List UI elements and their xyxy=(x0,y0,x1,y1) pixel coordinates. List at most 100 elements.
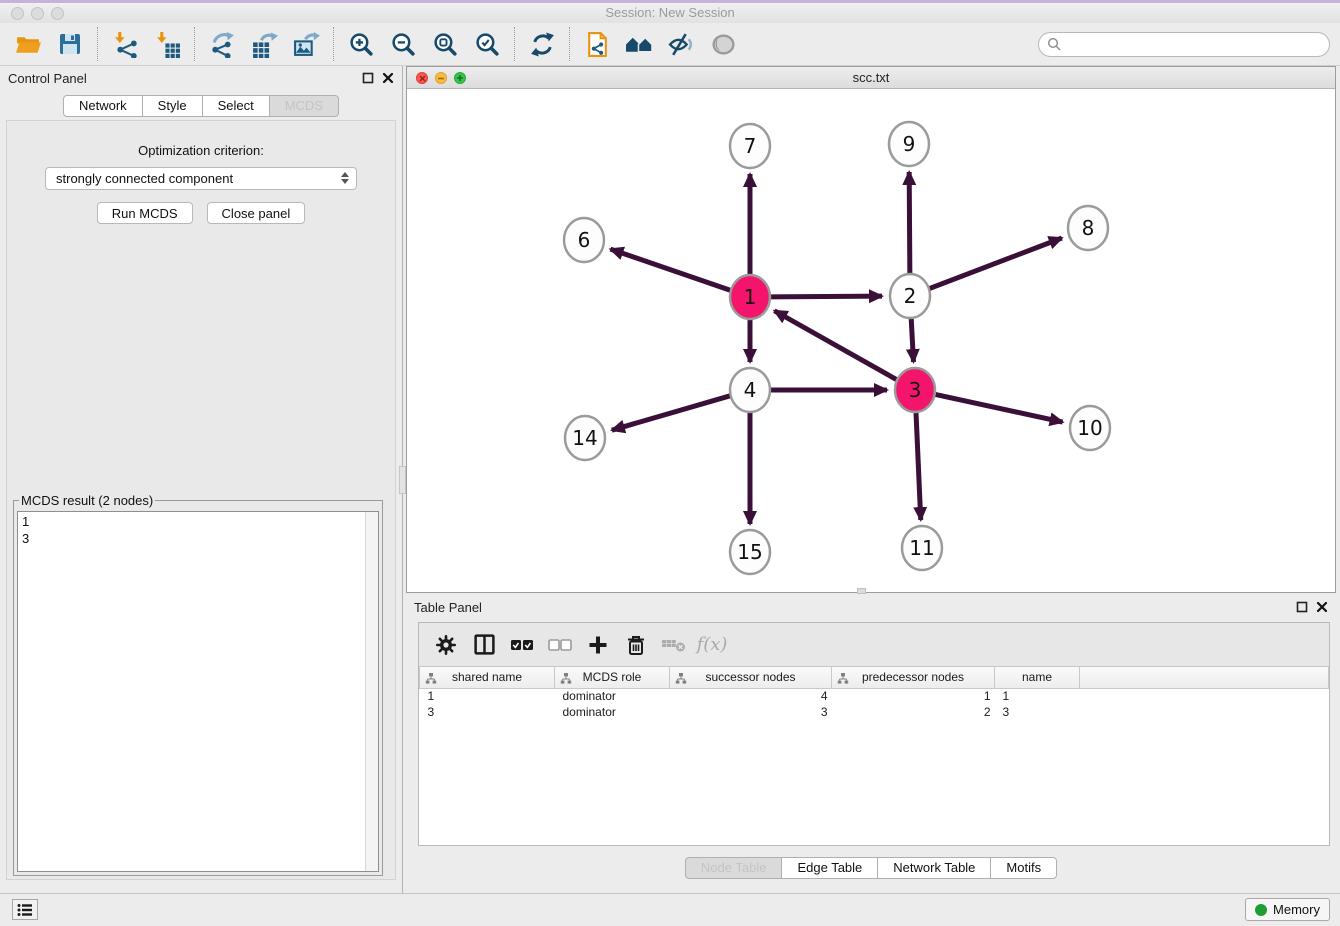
desktop-edge xyxy=(0,0,1340,3)
optimization-criterion-dropdown[interactable]: strongly connected component xyxy=(45,167,357,190)
network-window-title: scc.txt xyxy=(407,67,1335,88)
tab-node-table[interactable]: Node Table xyxy=(685,857,783,879)
export-table-icon xyxy=(251,31,278,58)
graph-node-label-9: 9 xyxy=(903,132,916,156)
column-header-successor-nodes[interactable]: successor nodes xyxy=(670,667,832,688)
cell-predecessor-nodes[interactable]: 2 xyxy=(832,704,995,720)
checked-boxes-icon xyxy=(510,638,534,652)
memory-button[interactable]: Memory xyxy=(1245,898,1330,921)
tab-select[interactable]: Select xyxy=(202,95,270,117)
new-network-from-selection-button[interactable] xyxy=(579,26,615,62)
cell-shared-name[interactable]: 3 xyxy=(420,704,555,720)
tab-motifs[interactable]: Motifs xyxy=(990,857,1057,879)
save-session-button[interactable] xyxy=(52,26,88,62)
network-maximize-button[interactable] xyxy=(454,72,466,84)
mcds-result-textarea[interactable]: 1 3 xyxy=(17,511,379,872)
function-builder-button[interactable]: f(x) xyxy=(695,629,729,661)
network-close-button[interactable] xyxy=(416,72,428,84)
graph-edge-2-8[interactable] xyxy=(928,238,1062,289)
open-session-button[interactable] xyxy=(10,26,46,62)
cell-successor-nodes[interactable]: 4 xyxy=(670,688,832,704)
float-panel-icon[interactable] xyxy=(1296,601,1308,613)
column-header-mcds-role[interactable]: MCDS role xyxy=(555,667,670,688)
node-table: shared name MCDS role successor nodes xyxy=(419,667,1329,720)
refresh-layout-button[interactable] xyxy=(524,26,560,62)
export-network-button[interactable] xyxy=(204,26,240,62)
zoom-out-button[interactable] xyxy=(385,26,421,62)
cell-name[interactable]: 3 xyxy=(995,704,1080,720)
list-icon xyxy=(17,903,33,917)
status-bar: Memory xyxy=(0,893,1340,926)
run-mcds-button[interactable]: Run MCDS xyxy=(97,202,193,224)
tab-edge-table[interactable]: Edge Table xyxy=(781,857,878,879)
graph-node-label-10: 10 xyxy=(1077,416,1102,440)
export-table-button[interactable] xyxy=(246,26,282,62)
window-titlebar: Session: New Session xyxy=(0,3,1340,23)
zoom-in-button[interactable] xyxy=(343,26,379,62)
splitter-handle-vertical[interactable] xyxy=(399,466,406,494)
graph-node-label-4: 4 xyxy=(744,378,757,402)
cell-shared-name[interactable]: 1 xyxy=(420,688,555,704)
result-scrollbar[interactable] xyxy=(365,512,378,871)
import-table-button[interactable] xyxy=(149,26,185,62)
export-image-button[interactable] xyxy=(288,26,324,62)
tab-style[interactable]: Style xyxy=(142,95,203,117)
graph-edge-2-9[interactable] xyxy=(909,172,910,277)
delete-column-button[interactable] xyxy=(619,629,653,661)
zoom-selected-icon xyxy=(474,31,501,58)
cell-predecessor-nodes[interactable]: 1 xyxy=(832,688,995,704)
close-panel-icon[interactable] xyxy=(1316,601,1328,613)
hide-selected-button[interactable] xyxy=(663,26,699,62)
graph-edge-2-3[interactable] xyxy=(911,315,914,362)
toggle-column-panel-button[interactable] xyxy=(467,629,501,661)
deselect-all-button[interactable] xyxy=(543,629,577,661)
graph-edge-3-1[interactable] xyxy=(774,311,898,381)
zoom-selected-button[interactable] xyxy=(469,26,505,62)
document-network-icon xyxy=(584,31,611,58)
search-input[interactable] xyxy=(1062,37,1321,52)
show-all-button[interactable] xyxy=(705,26,741,62)
table-row[interactable]: 3 dominator 3 2 3 xyxy=(420,704,1329,720)
column-header-predecessor-nodes[interactable]: predecessor nodes xyxy=(832,667,995,688)
search-icon xyxy=(1047,37,1062,52)
close-window-button[interactable] xyxy=(11,7,24,20)
add-column-button[interactable] xyxy=(581,629,615,661)
splitter-handle-horizontal[interactable] xyxy=(857,588,866,594)
table-toolbar: f(x) xyxy=(419,623,1329,667)
delete-table-button[interactable] xyxy=(657,629,691,661)
tab-network-table[interactable]: Network Table xyxy=(877,857,991,879)
network-window-titlebar[interactable]: scc.txt xyxy=(407,67,1335,89)
attribute-tree-icon xyxy=(675,672,687,684)
tab-mcds[interactable]: MCDS xyxy=(269,95,339,117)
graph-canvas[interactable]: 7968124314101511 xyxy=(407,89,1335,592)
select-all-button[interactable] xyxy=(505,629,539,661)
close-panel-button[interactable]: Close panel xyxy=(207,202,306,224)
zoom-fit-button[interactable] xyxy=(427,26,463,62)
graph-edge-1-6[interactable] xyxy=(610,249,732,291)
column-header-shared-name[interactable]: shared name xyxy=(420,667,555,688)
window-title: Session: New Session xyxy=(0,3,1340,23)
float-panel-icon[interactable] xyxy=(362,72,374,84)
graph-edge-4-14[interactable] xyxy=(612,395,732,430)
table-settings-button[interactable] xyxy=(429,629,463,661)
network-minimize-button[interactable] xyxy=(435,72,447,84)
eye-disabled-icon xyxy=(710,31,737,58)
tab-network[interactable]: Network xyxy=(63,95,143,117)
mcds-tab-content: Optimization criterion: strongly connect… xyxy=(6,120,396,880)
column-header-name[interactable]: name xyxy=(995,667,1080,688)
search-field[interactable] xyxy=(1038,32,1330,57)
graph-edge-1-2[interactable] xyxy=(769,296,882,297)
cell-mcds-role[interactable]: dominator xyxy=(555,704,670,720)
import-network-button[interactable] xyxy=(107,26,143,62)
zoom-window-button[interactable] xyxy=(51,7,64,20)
cell-successor-nodes[interactable]: 3 xyxy=(670,704,832,720)
close-panel-icon[interactable] xyxy=(382,72,394,84)
table-row[interactable]: 1 dominator 4 1 1 xyxy=(420,688,1329,704)
cell-mcds-role[interactable]: dominator xyxy=(555,688,670,704)
show-log-button[interactable] xyxy=(12,899,38,920)
minimize-window-button[interactable] xyxy=(31,7,44,20)
cell-name[interactable]: 1 xyxy=(995,688,1080,704)
first-neighbors-button[interactable] xyxy=(621,26,657,62)
graph-edge-3-10[interactable] xyxy=(934,394,1063,422)
graph-edge-3-11[interactable] xyxy=(916,409,921,520)
